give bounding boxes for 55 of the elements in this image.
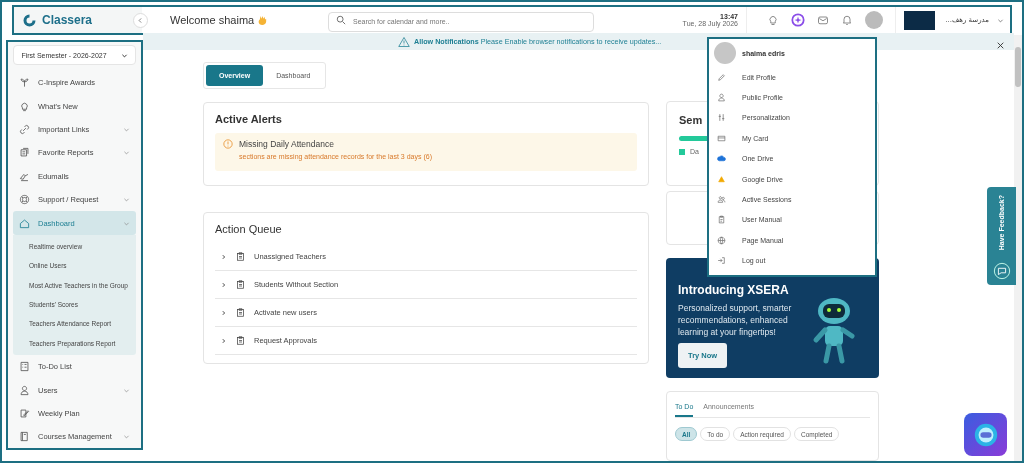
link-icon	[19, 123, 30, 135]
chevron-right-icon	[221, 337, 227, 344]
alert-title: Missing Daily Attendance	[239, 139, 335, 149]
avatar	[714, 42, 736, 64]
lightbulb-icon	[19, 100, 30, 112]
school-image	[904, 10, 935, 30]
waving-hand-icon	[257, 14, 269, 26]
cloud-icon	[717, 154, 726, 164]
chevron-down-icon	[123, 433, 130, 441]
house-icon	[19, 217, 30, 229]
users-icon	[717, 195, 726, 205]
lifebuoy-icon	[19, 194, 30, 206]
triangle-icon	[717, 174, 726, 184]
clipboard-icon	[236, 336, 245, 345]
card-title: Sem	[679, 114, 703, 126]
avatar[interactable]	[865, 11, 883, 29]
scrollbar[interactable]	[1014, 35, 1022, 461]
card-title: Action Queue	[215, 223, 283, 235]
chat-icon	[992, 262, 1011, 280]
lightbulb-icon[interactable]	[767, 14, 779, 26]
mail-icon[interactable]	[817, 14, 829, 26]
chevron-right-icon	[221, 281, 227, 288]
clipboard-icon	[236, 308, 245, 317]
promo-title: Introducing XSERA	[678, 283, 790, 297]
card-icon	[717, 133, 726, 143]
book-icon	[19, 431, 30, 443]
bell-icon[interactable]	[841, 14, 853, 26]
user-icon	[717, 93, 726, 103]
pencil-icon	[717, 72, 726, 82]
sliders-icon	[717, 113, 726, 123]
clipboard-icon	[717, 215, 726, 225]
clipboard-icon	[236, 280, 245, 289]
legend-swatch	[679, 148, 685, 155]
chevron-down-icon	[123, 149, 130, 157]
welcome-text: Welcome shaima	[170, 14, 255, 26]
chatbot-button[interactable]	[964, 413, 1007, 456]
logo-icon	[22, 12, 37, 28]
globe-icon	[717, 235, 726, 245]
warning-icon	[398, 35, 410, 48]
user-icon	[19, 384, 30, 396]
checklist-icon	[19, 361, 30, 373]
sparkle-circle-icon[interactable]	[791, 13, 805, 27]
chevron-right-icon	[221, 309, 227, 316]
chevron-left-icon	[137, 16, 144, 24]
info-icon	[223, 139, 233, 149]
card-title: Active Alerts	[215, 113, 283, 125]
chevron-right-icon	[221, 253, 227, 260]
report-icon	[19, 147, 30, 159]
sprout-icon	[19, 77, 30, 89]
search-icon	[336, 15, 346, 25]
close-icon[interactable]	[997, 42, 1004, 49]
clipboard-icon	[236, 252, 245, 261]
logout-icon	[717, 256, 726, 266]
chevron-down-icon	[123, 196, 130, 204]
promo-text: Personalized support, smarter recommendations, enhanced learning at your fingertips!	[678, 302, 793, 338]
